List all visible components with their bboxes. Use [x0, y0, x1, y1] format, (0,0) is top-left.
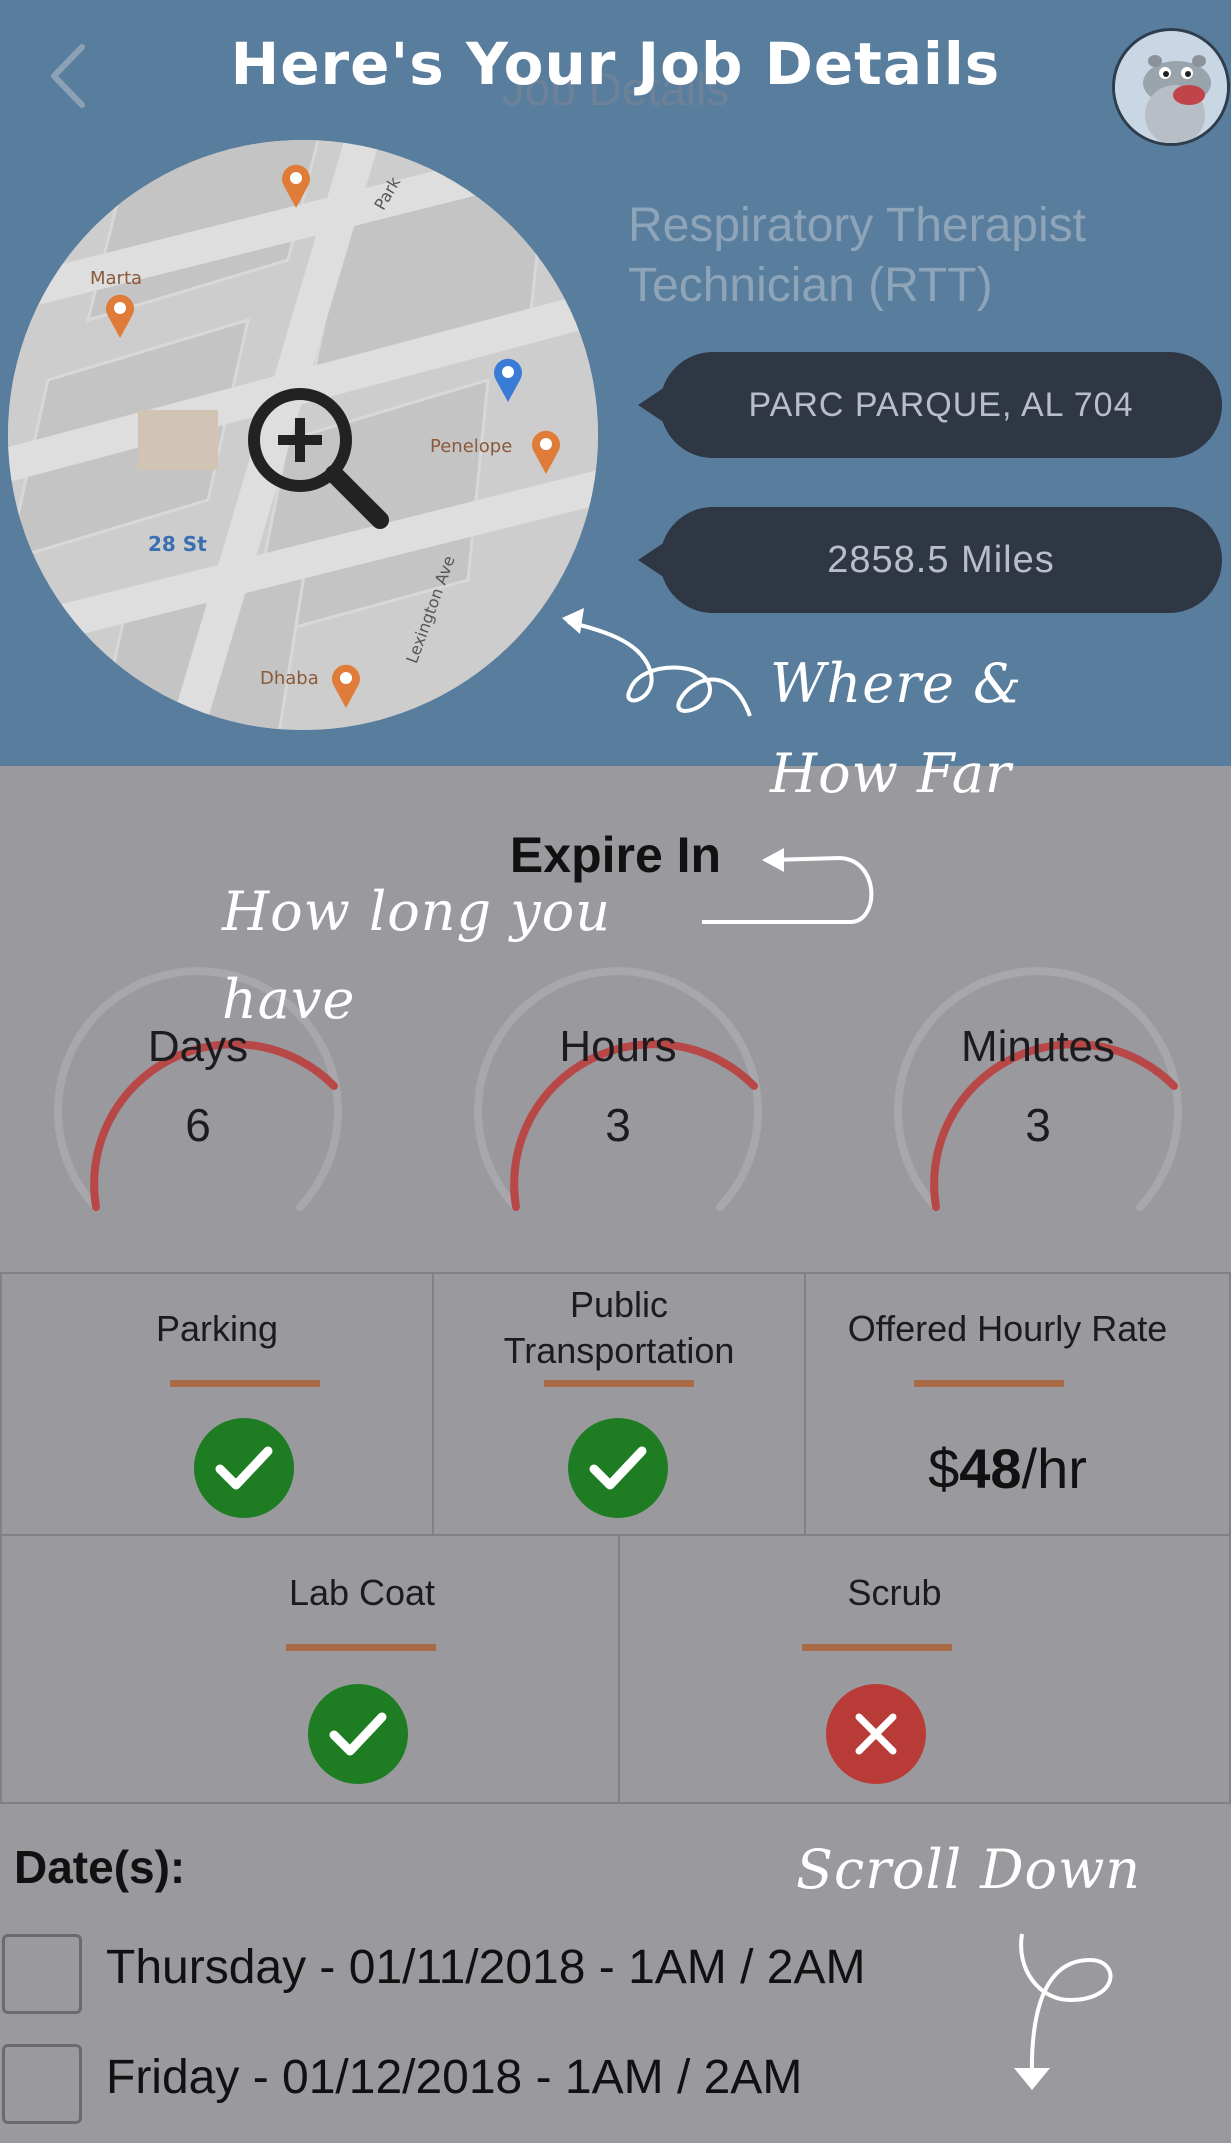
hours-gauge-arc: [474, 967, 762, 1211]
date-checkbox[interactable]: [2, 1934, 82, 2014]
dates-title: Date(s):: [14, 1841, 186, 1893]
checkmark-icon: [589, 1446, 647, 1490]
map-place-marta: Marta: [90, 268, 143, 289]
job-distance-pill: 2858.5 Miles: [638, 507, 1222, 613]
date-checkbox[interactable]: [2, 2044, 82, 2124]
public-transportation-label-line2: Transportation: [503, 1330, 735, 1371]
annotation-how-long: How long you: [222, 880, 612, 943]
job-header-section: Job Details Here's Your Job Details Mart…: [0, 0, 1231, 766]
minutes-value: 3: [1025, 1099, 1051, 1151]
expire-title: Expire In: [509, 827, 722, 883]
public-transportation-cell: Public Transportation: [432, 1272, 806, 1536]
lab-coat-label: Lab Coat: [288, 1572, 436, 1613]
minutes-gauge-arc: [894, 967, 1182, 1211]
checkmark-icon: [215, 1446, 273, 1490]
hours-gauge: Hours 3: [468, 960, 768, 1230]
date-row[interactable]: Friday - 01/12/2018 - 1AM / 2AM: [0, 2040, 1231, 2126]
x-icon: [855, 1713, 897, 1755]
checkmark-icon: [329, 1712, 387, 1756]
lab-coat-underline: [286, 1644, 436, 1651]
hours-value: 3: [605, 1099, 631, 1151]
map-pin-icon: [106, 294, 134, 338]
days-value: 6: [185, 1099, 211, 1151]
annotation-arrow-icon: [702, 848, 874, 924]
magnifier-plus-icon[interactable]: [238, 378, 398, 538]
hippo-mascot-icon: [1115, 31, 1227, 143]
hourly-rate-cell: Offered Hourly Rate $48/hr: [804, 1272, 1231, 1536]
overlay-title: Here's Your Job Details: [230, 30, 1001, 98]
annotation-have: have: [222, 968, 356, 1031]
minutes-gauge: Minutes 3: [888, 960, 1188, 1230]
map-place-penelope: Penelope: [430, 436, 513, 457]
avatar[interactable]: [1112, 28, 1230, 146]
parking-label: Parking: [155, 1308, 279, 1349]
scrub-status-badge: [826, 1684, 926, 1784]
lab-coat-cell: Lab Coat: [0, 1534, 620, 1804]
parking-status-badge: [194, 1418, 294, 1518]
lab-coat-status-badge: [308, 1684, 408, 1784]
annotation-where: Where &: [770, 652, 1023, 715]
date-row[interactable]: Thursday - 01/11/2018 - 1AM / 2AM: [0, 1930, 1231, 2016]
annotation-scroll-down: Scroll Down: [796, 1838, 1142, 1901]
public-transportation-underline: [544, 1380, 694, 1387]
annotation-how-far: How Far: [770, 742, 1012, 805]
hourly-rate-value: $48/hr: [796, 1436, 1219, 1501]
map-pin-icon: [532, 430, 560, 474]
date-text: Thursday - 01/11/2018 - 1AM / 2AM: [106, 1941, 866, 1994]
rate-unit: /hr: [1021, 1437, 1087, 1500]
parking-underline: [170, 1380, 320, 1387]
public-transportation-status-badge: [568, 1418, 668, 1518]
scrub-cell: Scrub: [618, 1534, 1231, 1804]
minutes-label: Minutes: [960, 1022, 1116, 1071]
date-text: Friday - 01/12/2018 - 1AM / 2AM: [106, 2051, 803, 2104]
hourly-rate-label: Offered Hourly Rate: [847, 1308, 1168, 1349]
map-pin-icon: [282, 164, 310, 208]
map-station-28st: 28 St: [148, 532, 207, 556]
annotation-arrow-icon: [562, 608, 752, 717]
job-title: Respiratory Therapist Technician (RTT): [628, 199, 1086, 312]
map-place-dhaba: Dhaba: [260, 668, 319, 689]
parking-cell: Parking: [0, 1272, 434, 1536]
scrub-underline: [802, 1644, 952, 1651]
rate-amount: 48: [959, 1437, 1022, 1500]
job-location-map[interactable]: Marta Penelope Dhaba 28 St Park Lexingto…: [8, 140, 598, 730]
map-shop-pin-icon: [494, 358, 522, 402]
public-transportation-label-line1: Public: [569, 1284, 669, 1325]
hourly-rate-underline: [914, 1380, 1064, 1387]
hours-label: Hours: [559, 1022, 677, 1071]
map-pin-icon: [332, 664, 360, 708]
rate-currency: $: [928, 1437, 960, 1500]
job-location-pill: PARC PARQUE, AL 704: [638, 352, 1222, 458]
scrub-label: Scrub: [847, 1572, 942, 1613]
